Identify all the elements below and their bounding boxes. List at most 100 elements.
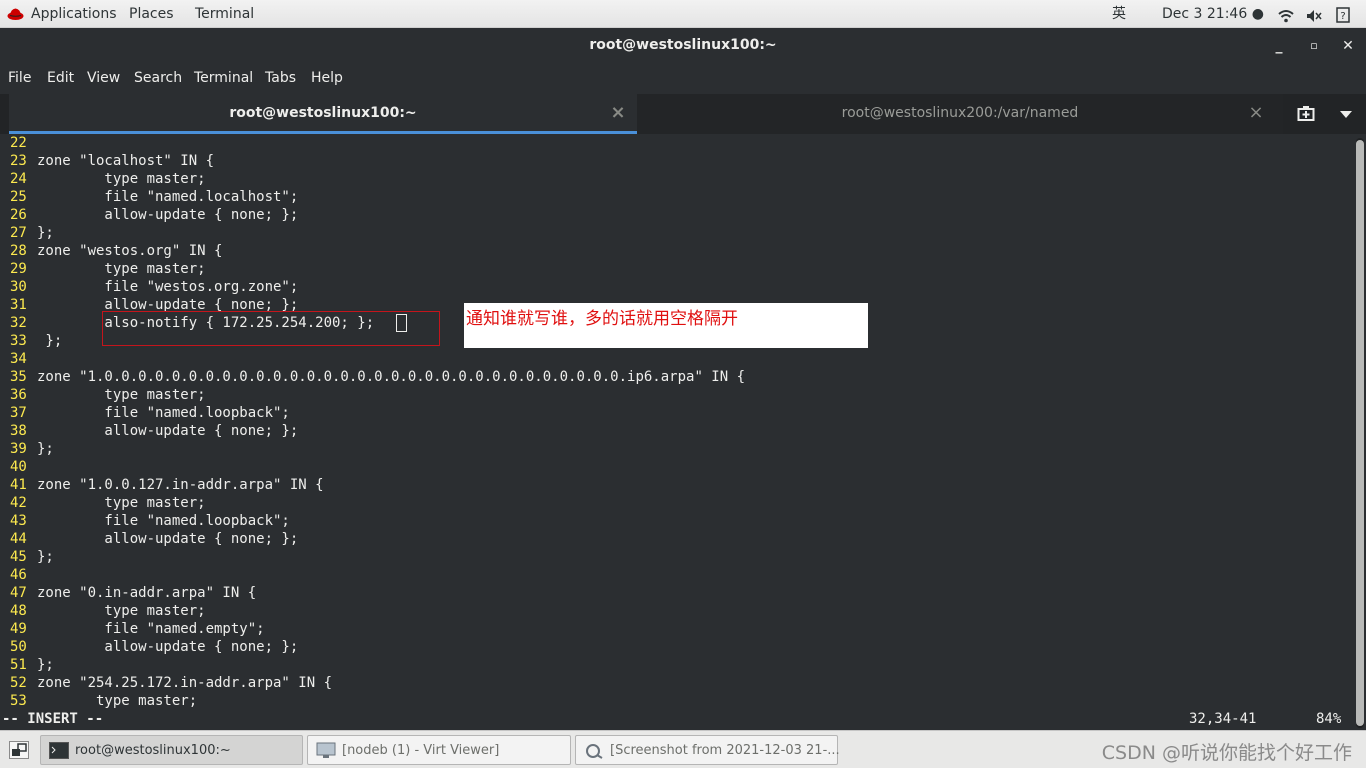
annotation-highlight-box bbox=[102, 311, 440, 346]
wifi-icon[interactable] bbox=[1278, 7, 1294, 25]
line-text: file "named.localhost"; bbox=[37, 189, 299, 205]
editor-line: 39}; bbox=[0, 440, 54, 458]
menu-terminal[interactable]: Terminal bbox=[194, 70, 253, 86]
scrollbar-thumb[interactable] bbox=[1356, 140, 1364, 726]
taskbar-item-label: [Screenshot from 2021-12-03 21-... bbox=[610, 743, 840, 758]
tab-label: root@westoslinux200:/var/named bbox=[841, 105, 1079, 121]
line-number: 46 bbox=[10, 567, 27, 583]
line-number: 42 bbox=[10, 495, 27, 511]
virt-viewer-icon bbox=[316, 742, 336, 758]
tab-menu-chevron-down-icon[interactable] bbox=[1340, 111, 1352, 118]
terminal-view[interactable]: 22 23 zone "localhost" IN {24 type master;… bbox=[0, 134, 1356, 730]
line-text: zone "254.25.172.in-addr.arpa" IN { bbox=[37, 675, 333, 691]
editor-line: 40 bbox=[0, 458, 37, 476]
line-number: 26 bbox=[10, 207, 27, 223]
minimize-button[interactable]: _ bbox=[1269, 36, 1289, 56]
line-text: allow-update { none; }; bbox=[37, 639, 299, 655]
tab-close-icon[interactable]: × bbox=[609, 103, 627, 123]
editor-line: 52 zone "254.25.172.in-addr.arpa" IN { bbox=[0, 674, 332, 692]
tab-bar: root@westoslinux100:~ × root@westoslinux… bbox=[0, 94, 1366, 134]
editor-line: 53 type master; bbox=[0, 692, 197, 710]
menu-view[interactable]: View bbox=[87, 70, 120, 86]
line-text: type master; bbox=[37, 603, 206, 619]
line-number: 23 bbox=[10, 153, 27, 169]
line-number: 37 bbox=[10, 405, 27, 421]
taskbar-item-screenshot[interactable]: [Screenshot from 2021-12-03 21-... bbox=[575, 735, 840, 765]
editor-line: 45}; bbox=[0, 548, 54, 566]
line-number: 39 bbox=[10, 441, 27, 457]
editor-line: 38 allow-update { none; }; bbox=[0, 422, 298, 440]
line-number: 53 bbox=[10, 693, 27, 709]
line-text: type master; bbox=[37, 171, 206, 187]
input-method-indicator[interactable]: 英 bbox=[1112, 5, 1126, 23]
editor-line: 51}; bbox=[0, 656, 54, 674]
line-number: 52 bbox=[10, 675, 27, 691]
line-text: file "westos.org.zone"; bbox=[37, 279, 299, 295]
tab-westoslinux200[interactable]: root@westoslinux200:/var/named × bbox=[637, 94, 1283, 134]
redhat-logo-icon[interactable] bbox=[7, 6, 24, 22]
power-status-icon[interactable]: ? bbox=[1336, 6, 1350, 24]
taskbar-item-terminal[interactable]: root@westoslinux100:~ bbox=[40, 735, 303, 765]
line-text: type master; bbox=[37, 495, 206, 511]
line-number: 40 bbox=[10, 459, 27, 475]
line-text: zone "1.0.0.127.in-addr.arpa" IN { bbox=[37, 477, 324, 493]
line-number: 41 bbox=[10, 477, 27, 493]
tab-label: root@westoslinux100:~ bbox=[229, 105, 417, 121]
volume-muted-icon[interactable] bbox=[1306, 7, 1322, 25]
menu-search[interactable]: Search bbox=[134, 70, 182, 86]
editor-line: 30 file "westos.org.zone"; bbox=[0, 278, 298, 296]
menu-help[interactable]: Help bbox=[311, 70, 343, 86]
editor-line: 26 allow-update { none; }; bbox=[0, 206, 298, 224]
editor-line: 22 bbox=[0, 134, 37, 152]
editor-line: 43 file "named.loopback"; bbox=[0, 512, 290, 530]
editor-line: 25 file "named.localhost"; bbox=[0, 188, 298, 206]
editor-line: 24 type master; bbox=[0, 170, 206, 188]
menu-edit[interactable]: Edit bbox=[47, 70, 74, 86]
taskbar-item-label: root@westoslinux100:~ bbox=[75, 743, 231, 758]
close-button[interactable]: ✕ bbox=[1338, 36, 1358, 56]
line-text: type master; bbox=[37, 261, 206, 277]
tab-westoslinux100[interactable]: root@westoslinux100:~ × bbox=[9, 94, 637, 134]
line-text: zone "0.in-addr.arpa" IN { bbox=[37, 585, 257, 601]
editor-line: 33 }; bbox=[0, 332, 62, 350]
watermark: CSDN @听说你能找个好工作 bbox=[1101, 742, 1352, 764]
terminal-icon bbox=[49, 742, 69, 759]
menu-file[interactable]: File bbox=[8, 70, 31, 86]
applications-menu[interactable]: Applications bbox=[31, 5, 117, 23]
line-number: 27 bbox=[10, 225, 27, 241]
line-text: allow-update { none; }; bbox=[37, 207, 299, 223]
tab-close-icon[interactable]: × bbox=[1247, 103, 1265, 123]
taskbar-item-virt-viewer[interactable]: [nodeb (1) - Virt Viewer] bbox=[307, 735, 571, 765]
editor-line: 48 type master; bbox=[0, 602, 206, 620]
editor-line: 42 type master; bbox=[0, 494, 206, 512]
line-text: file "named.loopback"; bbox=[37, 513, 290, 529]
menu-tabs[interactable]: Tabs bbox=[265, 70, 296, 86]
line-number: 33 bbox=[10, 333, 27, 349]
line-number: 49 bbox=[10, 621, 27, 637]
line-text: }; bbox=[37, 657, 54, 673]
line-number: 50 bbox=[10, 639, 27, 655]
line-text: zone "1.0.0.0.0.0.0.0.0.0.0.0.0.0.0.0.0.… bbox=[37, 369, 746, 385]
show-desktop-icon[interactable] bbox=[9, 741, 29, 759]
editor-line: 37 file "named.loopback"; bbox=[0, 404, 290, 422]
editor-line: 46 bbox=[0, 566, 37, 584]
scroll-percent: 84% bbox=[1316, 711, 1342, 727]
editor-line: 49 file "named.empty"; bbox=[0, 620, 265, 638]
terminal-scrollbar[interactable] bbox=[1356, 138, 1364, 728]
places-menu[interactable]: Places bbox=[129, 5, 174, 23]
line-text: allow-update { none; }; bbox=[37, 423, 299, 439]
editor-line: 29 type master; bbox=[0, 260, 206, 278]
new-tab-icon[interactable] bbox=[1297, 106, 1315, 122]
window-titlebar[interactable]: root@westoslinux100:~ _ ▫ ✕ bbox=[0, 28, 1366, 64]
maximize-button[interactable]: ▫ bbox=[1304, 36, 1324, 56]
line-text: zone "westos.org" IN { bbox=[37, 243, 223, 259]
line-number: 29 bbox=[10, 261, 27, 277]
line-number: 30 bbox=[10, 279, 27, 295]
editor-line: 23 zone "localhost" IN { bbox=[0, 152, 214, 170]
terminal-app-menu[interactable]: Terminal bbox=[195, 5, 254, 23]
clock[interactable]: Dec 3 21:46 ● bbox=[1162, 5, 1264, 23]
menubar: File Edit View Search Terminal Tabs Help bbox=[0, 64, 1366, 94]
line-text: type master; bbox=[37, 693, 198, 709]
line-text: file "named.empty"; bbox=[37, 621, 265, 637]
line-number: 24 bbox=[10, 171, 27, 187]
